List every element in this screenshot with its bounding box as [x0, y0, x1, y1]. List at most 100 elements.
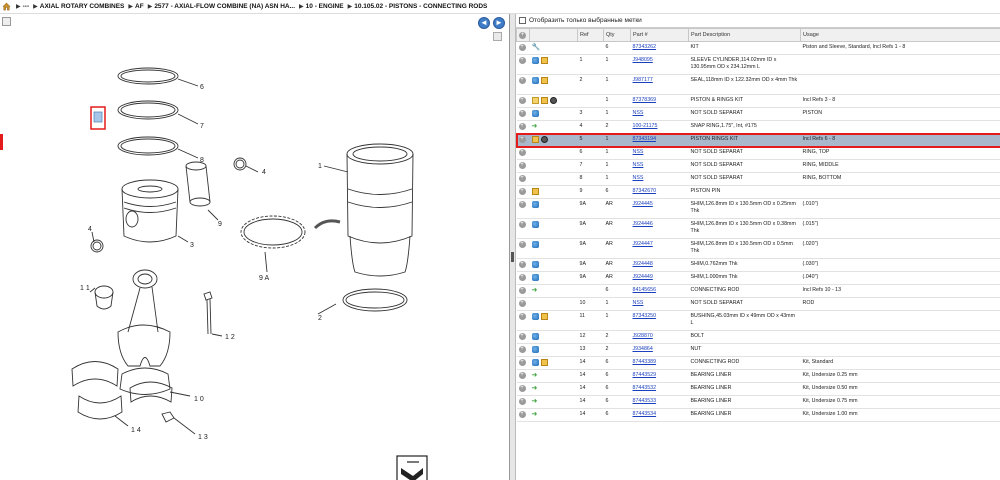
table-row[interactable]: + ➜ 14 6 87443533 BEARING LINER Kit, Undersize… — [516, 395, 1000, 409]
part-number-cell[interactable]: 87443534 — [630, 408, 689, 422]
back-button[interactable]: ◄ — [478, 17, 490, 29]
expand-cell[interactable]: + — [516, 133, 530, 147]
box-icon[interactable] — [540, 313, 548, 320]
part-number-cell[interactable]: J928870 — [630, 330, 689, 344]
part-number-link[interactable]: J924445 — [633, 201, 653, 207]
toggle-panel-icon[interactable] — [2, 17, 11, 26]
breadcrumb-item-section[interactable]: 10.105.02 - PISTONS - CONNECTING RODS — [354, 3, 487, 10]
home-icon[interactable] — [2, 2, 11, 11]
header-expand[interactable]: + — [516, 28, 530, 42]
expand-row-icon[interactable]: + — [518, 287, 526, 294]
disk-icon[interactable] — [540, 136, 548, 143]
table-row[interactable]: +9 6 87342670 PISTON PIN — [516, 185, 1000, 199]
part-number-cell[interactable]: 87343262 — [630, 41, 689, 55]
part-number-link[interactable]: NSS — [633, 175, 644, 181]
expand-cell[interactable]: + — [516, 382, 530, 396]
expand-row-icon[interactable]: + — [518, 300, 526, 307]
box-icon[interactable] — [531, 136, 539, 143]
blue-icon[interactable] — [531, 346, 539, 353]
expand-cell[interactable]: + — [516, 297, 530, 311]
part-number-link[interactable]: 87443533 — [633, 398, 657, 404]
expand-row-icon[interactable]: + — [518, 77, 526, 84]
part-number-link[interactable]: 100-21175 — [633, 123, 658, 129]
part-number-cell[interactable]: NSS — [630, 172, 689, 186]
table-row[interactable]: + ➜ 14 6 87443529 BEARING LINER Kit, Undersize… — [516, 369, 1000, 383]
expand-cell[interactable]: + — [516, 185, 530, 199]
table-row[interactable]: +10 1 NSS NOT SOLD SEPARAT ROD — [516, 297, 1000, 311]
expand-cell[interactable]: + — [516, 369, 530, 383]
part-number-link[interactable]: 87443532 — [633, 385, 657, 391]
expand-row-icon[interactable]: + — [518, 398, 526, 405]
part-number-link[interactable]: 87343194 — [633, 136, 657, 142]
part-number-link[interactable]: J924447 — [633, 241, 653, 247]
part-number-cell[interactable]: 87343194 — [630, 133, 689, 147]
expand-row-icon[interactable]: + — [518, 313, 526, 320]
blue-icon[interactable] — [531, 274, 539, 281]
expand-cell[interactable]: + — [516, 41, 530, 55]
blue-icon[interactable] — [531, 110, 539, 117]
blue-icon[interactable] — [531, 201, 539, 208]
part-number-cell[interactable]: 87443389 — [630, 356, 689, 370]
part-number-link[interactable]: 87443534 — [633, 411, 657, 417]
part-number-link[interactable]: 84145656 — [633, 287, 657, 293]
expand-cell[interactable]: + — [516, 310, 530, 331]
box-icon[interactable] — [531, 188, 539, 195]
table-row[interactable]: +9A AR J924448 SHIM,0.762mm Thk (.030") — [516, 258, 1000, 272]
part-number-link[interactable]: NSS — [633, 162, 644, 168]
part-number-link[interactable]: 87343250 — [633, 313, 657, 319]
forward-button[interactable]: ► — [493, 17, 505, 29]
blue-icon[interactable] — [531, 261, 539, 268]
expand-row-icon[interactable]: + — [518, 333, 526, 340]
expand-row-icon[interactable]: + — [518, 162, 526, 169]
table-row[interactable]: +11 1 87343250 BUSHING,45.03mm ID x 49mm OD… — [516, 310, 1000, 331]
part-number-cell[interactable]: J948095 — [630, 54, 689, 75]
green-icon[interactable]: ➜ — [532, 372, 540, 379]
table-row[interactable]: +7 1 NSS NOT SOLD SEPARAT RING, MIDDLE — [516, 159, 1000, 173]
part-number-link[interactable]: J934864 — [633, 346, 653, 352]
blue-icon[interactable] — [531, 221, 539, 228]
expand-cell[interactable]: + — [516, 356, 530, 370]
expand-cell[interactable]: + — [516, 271, 530, 285]
blue-icon[interactable] — [531, 359, 539, 366]
header-qty[interactable]: Qty — [603, 28, 631, 42]
expand-row-icon[interactable]: + — [518, 411, 526, 418]
part-number-cell[interactable]: J924448 — [630, 258, 689, 272]
part-number-cell[interactable]: J924446 — [630, 218, 689, 239]
wrench-icon[interactable]: 🔧 — [532, 44, 541, 51]
header-ref[interactable]: Ref — [577, 28, 604, 42]
part-number-cell[interactable]: NSS — [630, 146, 689, 160]
breadcrumb-item-model[interactable]: 2577 - AXIAL-FLOW COMBINE (NA) ASN HA... — [154, 3, 295, 10]
blue-icon[interactable] — [531, 241, 539, 248]
part-number-cell[interactable]: J934864 — [630, 343, 689, 357]
part-number-link[interactable]: 87343262 — [633, 44, 657, 50]
part-number-cell[interactable]: NSS — [630, 159, 689, 173]
table-row[interactable]: +8 1 NSS NOT SOLD SEPARAT RING, BOTTOM — [516, 172, 1000, 186]
part-number-cell[interactable]: 87443533 — [630, 395, 689, 409]
expand-row-icon[interactable]: + — [518, 188, 526, 195]
disk-icon[interactable] — [549, 97, 557, 104]
breadcrumb-item-af[interactable]: AF — [135, 3, 144, 10]
expand-row-icon[interactable]: + — [518, 57, 526, 64]
part-number-link[interactable]: NSS — [633, 149, 644, 155]
expand-cell[interactable]: + — [516, 107, 530, 121]
part-number-link[interactable]: 87342670 — [633, 188, 657, 194]
expand-row-icon[interactable]: + — [518, 372, 526, 379]
plus-icon[interactable]: + — [519, 31, 526, 39]
part-number-link[interactable]: J987177 — [633, 77, 653, 83]
box-icon[interactable] — [540, 57, 548, 64]
expand-row-icon[interactable]: + — [518, 241, 526, 248]
table-row[interactable]: + ➜ 14 6 87443532 BEARING LINER Kit, Undersize… — [516, 382, 1000, 396]
part-number-cell[interactable]: J924449 — [630, 271, 689, 285]
table-row[interactable]: + ➜ 4 2 100-21175 SNAP RING,1.75", Int, #175 — [516, 120, 1000, 134]
expand-cell[interactable]: + — [516, 159, 530, 173]
folder-icon[interactable] — [531, 97, 539, 104]
expand-cell[interactable]: + — [516, 238, 530, 259]
expand-row-icon[interactable]: + — [518, 261, 526, 268]
expand-cell[interactable]: + — [516, 198, 530, 219]
box-icon[interactable] — [540, 77, 548, 84]
part-number-cell[interactable]: 87443532 — [630, 382, 689, 396]
header-part-description[interactable]: Part Description — [688, 28, 801, 42]
table-row[interactable]: +3 1 NSS NOT SOLD SEPARAT PISTON — [516, 107, 1000, 121]
part-number-cell[interactable]: 84145656 — [630, 284, 689, 298]
expand-row-icon[interactable]: + — [518, 123, 526, 130]
